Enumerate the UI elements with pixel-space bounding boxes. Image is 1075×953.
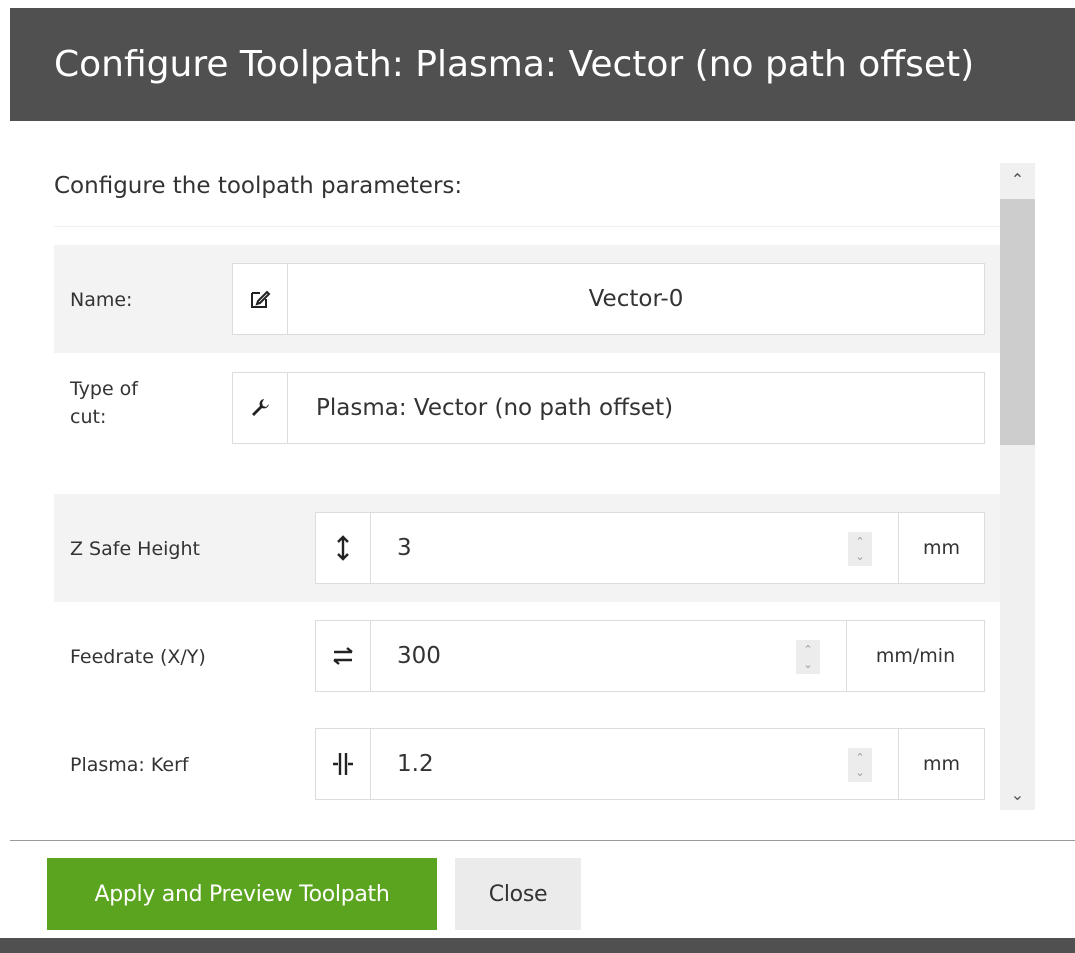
type-of-cut-row: Type of cut: Plasma: Vector (no path off… <box>54 353 1000 461</box>
z-safe-height-input[interactable]: 3 ⌃ ⌄ <box>371 513 898 583</box>
close-button[interactable]: Close <box>455 858 581 930</box>
type-of-cut-label: Type of cut: <box>70 378 138 428</box>
feedrate-label: Feedrate (X/Y) <box>70 646 206 668</box>
name-field[interactable]: Vector-0 <box>232 263 985 335</box>
z-safe-height-unit: mm <box>898 513 984 583</box>
type-of-cut-field[interactable]: Plasma: Vector (no path offset) <box>232 372 985 444</box>
kerf-spinner[interactable]: ⌃ ⌄ <box>848 748 872 782</box>
kerf-field[interactable]: 1.2 ⌃ ⌄ mm <box>315 728 985 800</box>
feedrate-field[interactable]: 300 ⌃ ⌄ mm/min <box>315 620 985 692</box>
dialog-subtitle: Configure the toolpath parameters: <box>54 173 463 199</box>
feedrate-row: Feedrate (X/Y) 300 ⌃ ⌄ mm/min <box>54 602 1000 710</box>
z-safe-height-row: Z Safe Height 3 ⌃ ⌄ mm <box>54 494 1000 602</box>
scroll-up-icon[interactable]: ⌃ <box>1000 163 1035 195</box>
vertical-arrows-icon <box>316 513 371 583</box>
dialog-title: Configure Toolpath: Plasma: Vector (no p… <box>10 8 1075 121</box>
horizontal-arrows-icon <box>316 621 371 691</box>
scrollbar-thumb[interactable] <box>1000 199 1035 445</box>
name-row: Name: Vector-0 <box>54 245 1000 353</box>
name-input[interactable]: Vector-0 <box>288 264 984 334</box>
divider <box>54 226 1000 227</box>
kerf-icon <box>316 729 371 799</box>
z-safe-height-field[interactable]: 3 ⌃ ⌄ mm <box>315 512 985 584</box>
feedrate-unit: mm/min <box>846 621 984 691</box>
scroll-down-icon[interactable]: ⌄ <box>1000 778 1035 810</box>
edit-icon <box>233 264 288 334</box>
background-bar <box>0 938 1075 953</box>
vertical-scrollbar[interactable]: ⌃ ⌄ <box>1000 163 1035 810</box>
kerf-input[interactable]: 1.2 ⌃ ⌄ <box>371 729 898 799</box>
footer-divider <box>10 840 1075 841</box>
kerf-label: Plasma: Kerf <box>70 754 189 776</box>
wrench-icon <box>233 373 288 443</box>
z-safe-height-spinner[interactable]: ⌃ ⌄ <box>848 532 872 566</box>
type-of-cut-select[interactable]: Plasma: Vector (no path offset) <box>288 373 984 443</box>
name-label: Name: <box>70 289 133 311</box>
apply-and-preview-button[interactable]: Apply and Preview Toolpath <box>47 858 437 930</box>
configure-toolpath-dialog: Configure Toolpath: Plasma: Vector (no p… <box>10 8 1075 946</box>
kerf-row: Plasma: Kerf 1.2 ⌃ ⌄ mm <box>54 710 1000 818</box>
z-safe-height-label: Z Safe Height <box>70 538 200 560</box>
feedrate-spinner[interactable]: ⌃ ⌄ <box>796 640 820 674</box>
kerf-unit: mm <box>898 729 984 799</box>
feedrate-input[interactable]: 300 ⌃ ⌄ <box>371 621 846 691</box>
